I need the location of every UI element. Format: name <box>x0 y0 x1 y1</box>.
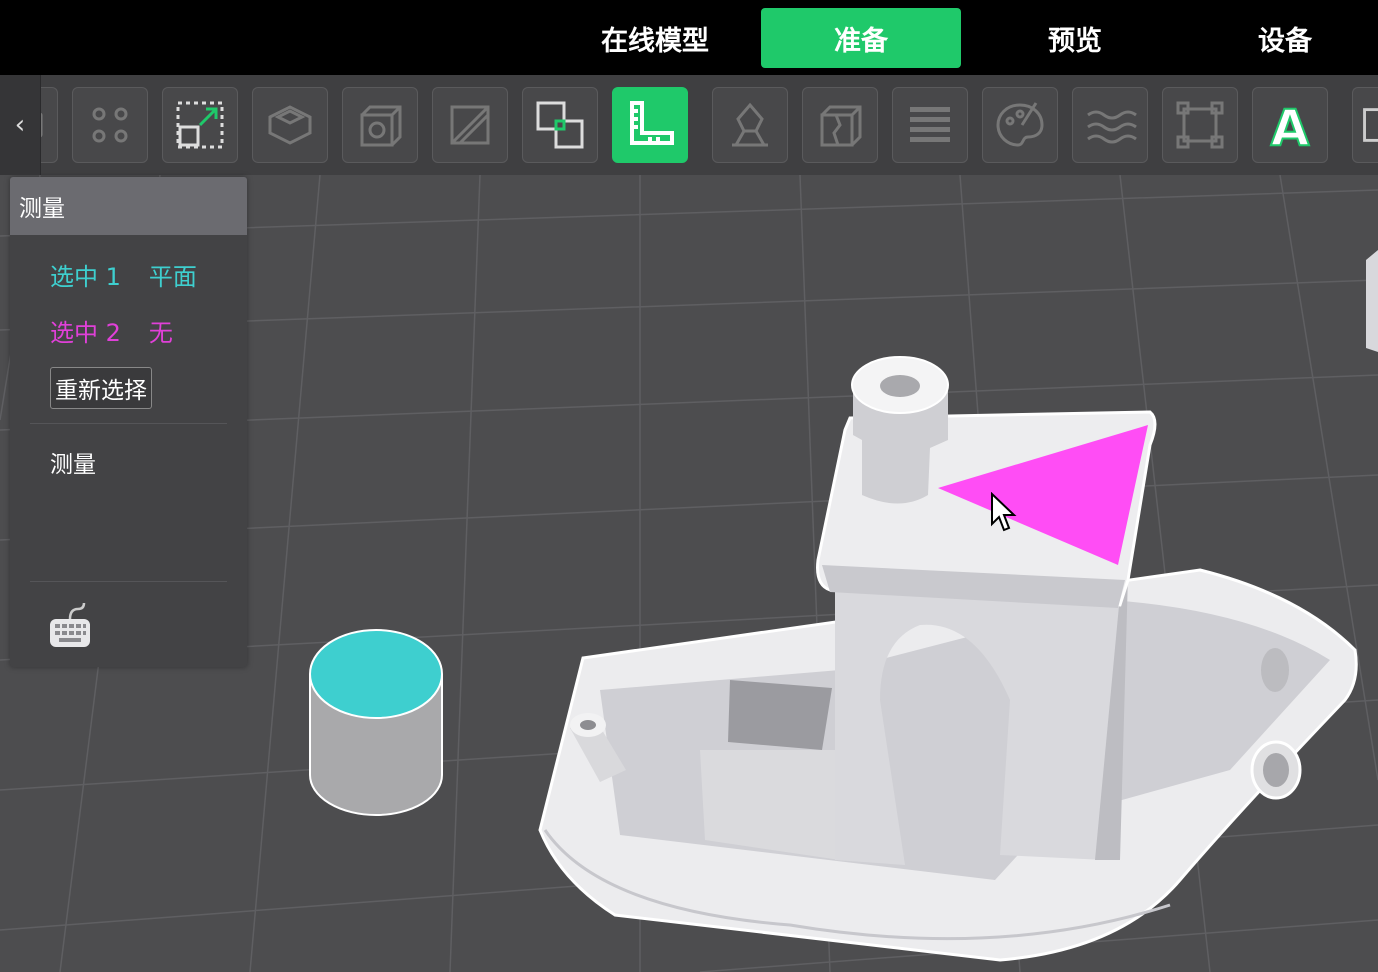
reselect-button[interactable]: 重新选择 <box>50 367 152 409</box>
toolbar-tool-scale[interactable] <box>162 87 238 163</box>
selection-1-row: 选中 1 平面 <box>50 257 225 292</box>
toolbar-tool-frame[interactable] <box>1162 87 1238 163</box>
selection-2-value: 无 <box>148 319 173 347</box>
selection-2-row: 选中 2 无 <box>50 313 201 348</box>
toolbar-tool-cut[interactable] <box>432 87 508 163</box>
mouse-cursor-icon <box>991 492 1017 532</box>
toolbar-tool-texture[interactable] <box>1072 87 1148 163</box>
tab-device[interactable]: 设备 <box>1185 8 1378 68</box>
collapse-sidebar-button[interactable]: ‹ <box>0 75 41 175</box>
toolbar-tool-arrange[interactable] <box>72 87 148 163</box>
selection-1-value: 平面 <box>148 263 197 291</box>
partial-tool-icon <box>1363 108 1378 142</box>
cube-hole-icon <box>360 105 402 147</box>
partial-model-right[interactable] <box>1366 250 1378 352</box>
tab-online-models[interactable]: 在线模型 <box>555 8 755 68</box>
measure-result-label: 测量 <box>50 452 96 478</box>
tab-prepare[interactable]: 准备 <box>761 8 961 68</box>
toolbar-tool-measure[interactable] <box>612 87 688 163</box>
toolbar-tool-support[interactable] <box>712 87 788 163</box>
measure-panel: 测量 选中 1 平面 选中 2 无 重新选择 测量 <box>10 177 247 667</box>
selection-2-label: 选中 2 <box>50 319 121 347</box>
selection-1-label: 选中 1 <box>50 263 121 291</box>
tab-preview[interactable]: 预览 <box>975 8 1175 68</box>
wave-texture-icon <box>1087 110 1137 144</box>
toolbar-tool-partial-right[interactable] <box>1352 87 1378 163</box>
panel-divider <box>30 423 227 424</box>
panel-divider <box>30 581 227 582</box>
boat-model[interactable] <box>538 356 1358 962</box>
selected-face-1 <box>309 629 443 719</box>
text-a-icon: A <box>1270 98 1311 153</box>
arrange-icon <box>92 107 128 143</box>
panel-title: 测量 <box>10 177 247 235</box>
split-cube-icon <box>820 105 862 147</box>
toolbar-tool-split[interactable] <box>802 87 878 163</box>
svg-text:A: A <box>1271 99 1310 153</box>
support-icon <box>732 102 768 147</box>
paint-palette-icon <box>996 102 1044 147</box>
toolbar-tool-paint[interactable] <box>982 87 1058 163</box>
cylinder-model[interactable] <box>309 629 443 816</box>
toolbar-tool-text[interactable]: A <box>1252 87 1328 163</box>
keyboard-icon[interactable] <box>48 601 92 649</box>
scale-icon <box>176 101 224 149</box>
toolbar-tool-layers[interactable] <box>892 87 968 163</box>
toolbar-tool-boolean[interactable] <box>522 87 598 163</box>
measure-ruler-icon <box>630 101 674 145</box>
hollow-icon <box>268 105 312 145</box>
toolbar-tool-cube-hole[interactable] <box>342 87 418 163</box>
cut-icon <box>450 105 490 145</box>
toolbar-tool-hollow[interactable] <box>252 87 328 163</box>
layers-icon <box>910 107 950 142</box>
boolean-icon <box>536 101 584 149</box>
top-nav-bar: 在线模型 准备 预览 设备 <box>0 0 1378 75</box>
bounding-frame-icon <box>1176 101 1224 149</box>
